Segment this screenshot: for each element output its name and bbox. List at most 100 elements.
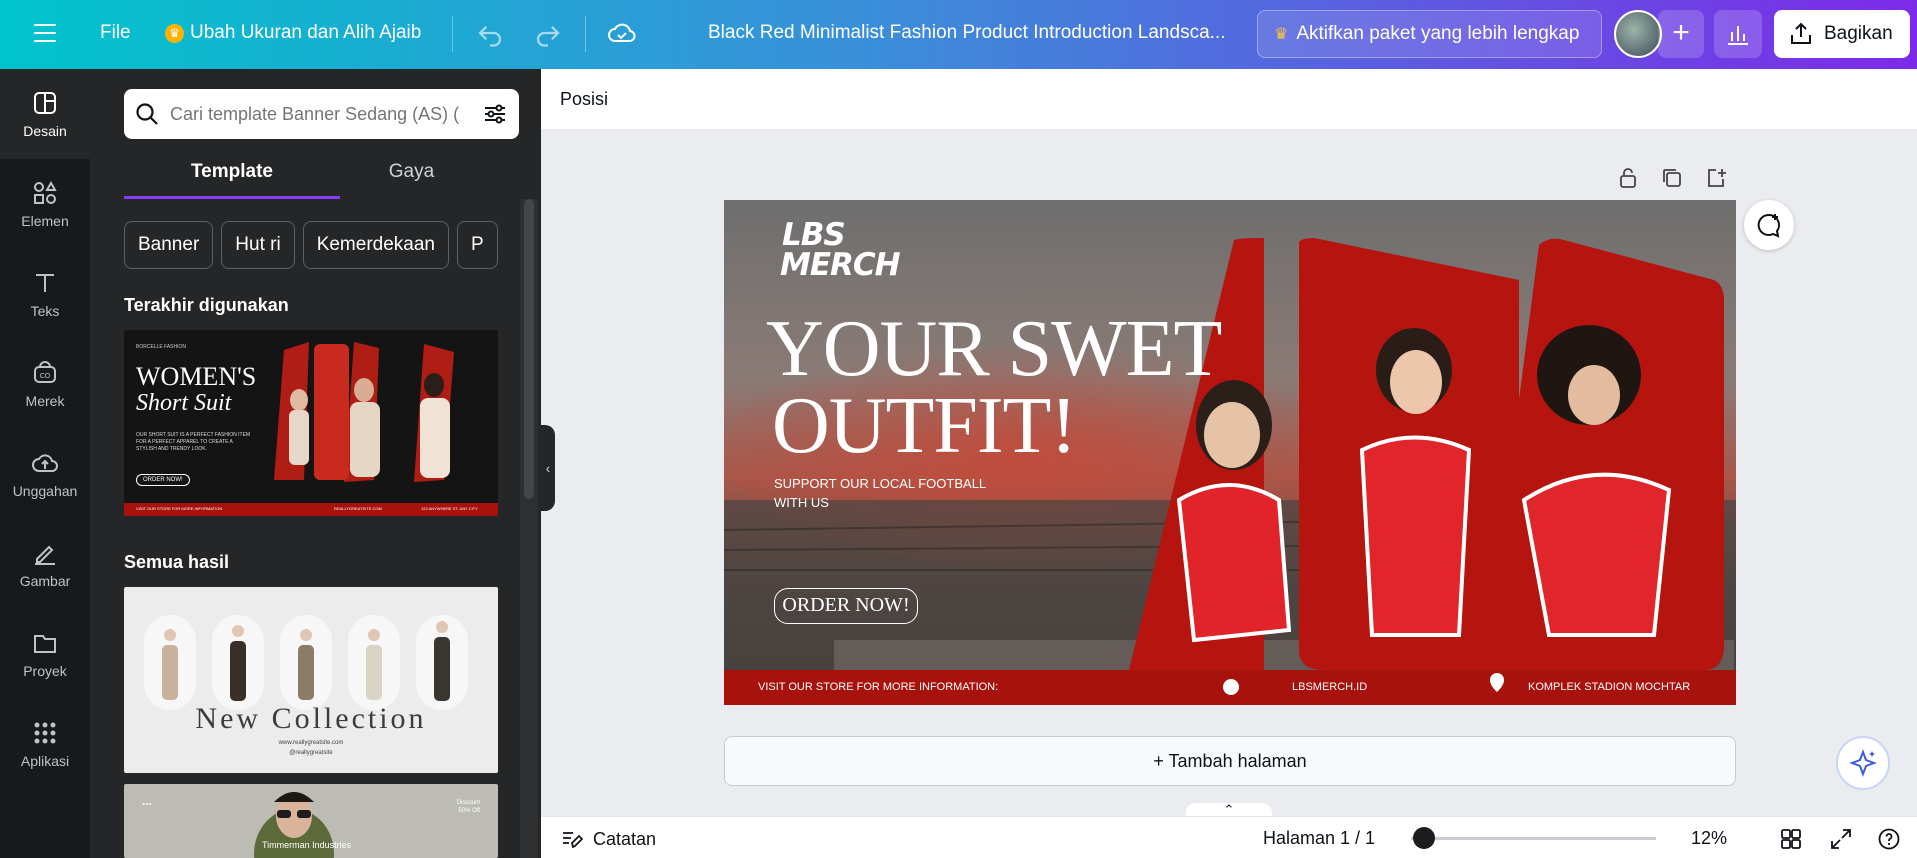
rail-item-apps[interactable]: Aplikasi — [0, 699, 90, 789]
rail-label: Aplikasi — [20, 753, 70, 769]
file-menu-button[interactable]: File — [100, 22, 131, 44]
avatar[interactable] — [1614, 10, 1662, 58]
rail-label: Unggahan — [12, 483, 78, 499]
rail-item-design[interactable]: Desain — [0, 69, 90, 159]
draw-icon — [35, 545, 55, 565]
all-results-heading: Semua hasil — [124, 552, 230, 572]
footer-left-text: VISIT OUR STORE FOR MORE INFORMATION: — [758, 681, 999, 693]
footer-mid-text: LBSMERCH.ID — [1292, 681, 1368, 693]
collapse-panel-button[interactable]: ‹ — [541, 425, 555, 511]
cloud-icon[interactable] — [606, 18, 638, 48]
search-box[interactable] — [124, 89, 519, 139]
expand-pages-handle[interactable]: ⌃ — [1186, 803, 1272, 817]
status-bar: Catatan Halaman 1 / 1 12% — [541, 816, 1917, 858]
undo-icon[interactable] — [475, 18, 505, 48]
logo-line-1: LBS — [782, 217, 846, 253]
sparkle-icon — [1849, 749, 1877, 777]
tab-style[interactable]: Gaya — [304, 157, 519, 199]
upgrade-label: Aktifkan paket yang lebih lengkap — [1296, 23, 1580, 44]
result-price-1: Discount — [456, 800, 480, 806]
document-title[interactable]: Black Red Minimalist Fashion Product Int… — [708, 22, 1228, 44]
rail-item-elements[interactable]: Elemen — [0, 159, 90, 249]
subline-2: WITH US — [774, 495, 829, 510]
headline-line-1: YOUR SWET — [766, 305, 1222, 393]
plus-icon[interactable]: + — [1658, 10, 1704, 58]
thumb-footer-left: VISIT OUR STORE FOR MORE INFORMATION — [136, 506, 223, 511]
rail-label: Elemen — [21, 213, 69, 229]
page-actions — [1616, 166, 1728, 190]
footer-right-text: KOMPLEK STADION MOCHTAR — [1528, 681, 1691, 693]
stats-icon[interactable] — [1714, 10, 1762, 58]
thumb-body: OUR SHORT SUIT IS A PERFECT FASHION ITEM… — [136, 432, 251, 452]
side-rail: Desain Elemen Teks CO Merek Unggahan Gam… — [0, 69, 90, 858]
design-icon — [34, 92, 56, 114]
resize-button[interactable]: ♛ Ubah Ukuran dan Alih Ajaib — [165, 22, 421, 44]
page-indicator[interactable]: Halaman 1 / 1 — [1263, 828, 1375, 849]
zoom-level[interactable]: 12% — [1691, 828, 1727, 849]
add-page-icon[interactable] — [1704, 166, 1728, 190]
result-site: www.reallygreatsite.com — [278, 740, 344, 746]
menu-icon: ... — [142, 794, 153, 808]
resize-label: Ubah Ukuran dan Alih Ajaib — [190, 22, 422, 43]
rail-item-upload[interactable]: Unggahan — [0, 429, 90, 519]
thumb-footer-right: 123 ANYWHERE ST, ANY CITY — [421, 506, 478, 511]
result-template-thumbnail[interactable]: ... Timmerman Industries Discount 50% Of… — [124, 784, 498, 858]
upload-icon — [32, 454, 58, 472]
grid-view-icon[interactable] — [1779, 827, 1803, 851]
zoom-slider[interactable] — [1411, 827, 1656, 849]
result-handle: @reallygreatsite — [289, 750, 333, 756]
rail-item-draw[interactable]: Gambar — [0, 519, 90, 609]
apps-icon — [34, 722, 56, 744]
redo-icon[interactable] — [533, 18, 563, 48]
template-panel: Template Gaya Banner Hut ri Kemerdekaan … — [90, 69, 541, 858]
chip-more[interactable]: P — [456, 221, 498, 269]
crown-icon: ♛ — [1274, 26, 1289, 43]
chip-banner[interactable]: Banner — [124, 221, 214, 269]
zoom-slider-knob[interactable] — [1413, 827, 1435, 849]
thumb-footer-mid: REALLYGREATSITE.COM — [334, 506, 382, 511]
panel-scrollbar[interactable] — [520, 199, 538, 858]
add-comment-button[interactable] — [1744, 200, 1794, 250]
notes-label: Catatan — [593, 828, 657, 849]
result-title: New Collection — [195, 702, 427, 735]
rail-label: Teks — [30, 303, 60, 319]
divider — [585, 16, 586, 52]
rail-item-text[interactable]: Teks — [0, 249, 90, 339]
thumb-title-2: Short Suit — [136, 390, 232, 416]
design-canvas[interactable]: LBS MERCH YOUR SWET OUTFIT! SUPPORT OUR … — [724, 200, 1736, 705]
chip-kemerdekaan[interactable]: Kemerdekaan — [302, 221, 449, 269]
result-company: Timmerman Industries — [262, 840, 352, 850]
rail-label: Desain — [23, 123, 67, 139]
magic-assistant-button[interactable] — [1836, 736, 1890, 790]
search-input[interactable] — [170, 103, 471, 125]
thumb-cta: ORDER NOW! — [136, 474, 190, 486]
menu-icon[interactable] — [32, 20, 58, 46]
headline-line-2: OUTFIT! — [772, 382, 1077, 470]
position-button[interactable]: Posisi — [560, 89, 608, 110]
context-toolbar: Posisi — [541, 69, 1917, 129]
rail-label: Merek — [25, 393, 65, 409]
filter-icon[interactable] — [481, 100, 509, 128]
rail-label: Gambar — [19, 573, 71, 589]
share-button[interactable]: Bagikan — [1774, 10, 1910, 58]
duplicate-icon[interactable] — [1660, 166, 1684, 190]
fullscreen-icon[interactable] — [1829, 827, 1853, 851]
comment-icon — [1757, 213, 1780, 238]
lock-icon[interactable] — [1616, 166, 1640, 190]
brand-icon: CO — [34, 361, 56, 383]
upgrade-button[interactable]: ♛ Aktifkan paket yang lebih lengkap — [1257, 10, 1602, 58]
chip-hut-ri[interactable]: Hut ri — [221, 221, 295, 269]
thumb-brand: BORCELLE FASHION — [136, 344, 187, 350]
panel-tabs: Template Gaya — [124, 157, 519, 199]
notes-button[interactable]: Catatan — [559, 827, 656, 851]
result-price-2: 50% Off — [458, 808, 480, 814]
rail-item-brand[interactable]: CO Merek — [0, 339, 90, 429]
svg-text:CO: CO — [40, 373, 51, 380]
elements-icon — [34, 180, 57, 204]
help-icon[interactable] — [1877, 827, 1901, 851]
scrollbar-thumb[interactable] — [524, 199, 534, 499]
recent-template-thumbnail[interactable]: BORCELLE FASHION WOMEN'S Short Suit OUR … — [124, 330, 498, 516]
add-page-button[interactable]: + Tambah halaman — [724, 736, 1736, 786]
rail-item-projects[interactable]: Proyek — [0, 609, 90, 699]
result-template-thumbnail[interactable]: New Collection www.reallygreatsite.com @… — [124, 587, 498, 773]
